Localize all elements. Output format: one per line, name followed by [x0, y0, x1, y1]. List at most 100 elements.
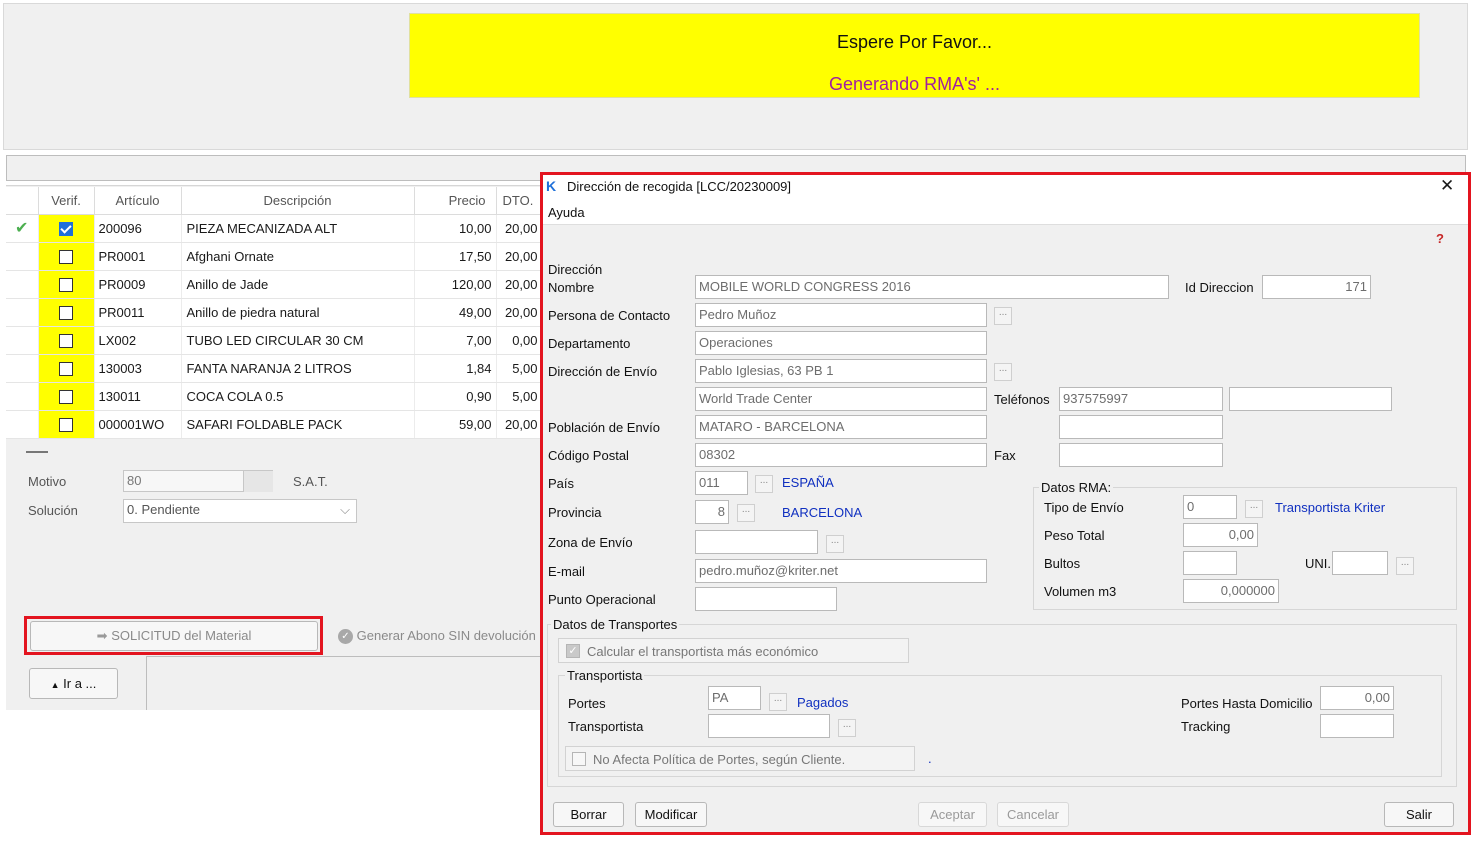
zona-lookup-button[interactable]: ...	[826, 535, 844, 553]
verif-cell[interactable]	[38, 298, 95, 327]
ira-button[interactable]: ▲ Ir a ...	[29, 668, 118, 699]
verif-cell[interactable]	[38, 270, 95, 299]
articles-grid: Verif. Artículo Descripción Precio DTO. …	[6, 187, 541, 439]
uni-lookup-button[interactable]: ...	[1396, 557, 1414, 575]
portes-hasta-label: Portes Hasta Domicilio	[1181, 696, 1313, 711]
col-articulo[interactable]: Artículo	[94, 187, 182, 215]
help-icon[interactable]: ?	[1436, 231, 1444, 246]
verif-checkbox[interactable]	[59, 389, 73, 404]
verif-checkbox[interactable]	[59, 361, 73, 376]
telefono-3-field[interactable]	[1059, 415, 1223, 439]
provincia-lookup-button[interactable]: ...	[737, 504, 755, 522]
id-direccion-field[interactable]: 171	[1262, 275, 1371, 299]
solicitud-button[interactable]: ➡ SOLICITUD del Material	[30, 621, 318, 651]
bultos-field[interactable]	[1183, 551, 1237, 575]
verif-checkbox[interactable]	[59, 221, 73, 236]
calcular-checkbox[interactable]: ✓	[566, 644, 580, 658]
table-row[interactable]: 130003 FANTA NARANJA 2 LITROS 1,84 5,00	[6, 354, 541, 383]
telefono-2-field[interactable]	[1229, 387, 1392, 411]
telefono-1-field[interactable]: 937575997	[1059, 387, 1223, 411]
codigo-postal-field[interactable]: 08302	[695, 443, 987, 467]
table-row[interactable]: PR0011 Anillo de piedra natural 49,00 20,00	[6, 298, 541, 327]
table-row[interactable]: PR0009 Anillo de Jade 120,00 20,00	[6, 270, 541, 299]
cancelar-button[interactable]: Cancelar	[997, 802, 1069, 827]
no-afecta-checkbox-row[interactable]: No Afecta Política de Portes, según Clie…	[565, 746, 915, 771]
contacto-field[interactable]: Pedro Muñoz	[695, 303, 987, 327]
menu-ayuda[interactable]: Ayuda	[548, 205, 585, 220]
tipo-envio-lookup-button[interactable]: ...	[1245, 500, 1263, 518]
transportes-group-title: Datos de Transportes	[551, 617, 680, 632]
contacto-lookup-button[interactable]: ...	[994, 307, 1012, 325]
portes-hasta-field[interactable]: 0,00	[1320, 686, 1394, 710]
poblacion-field[interactable]: MATARO - BARCELONA	[695, 415, 987, 439]
calcular-checkbox-row[interactable]: ✓ Calcular el transportista más económic…	[558, 638, 909, 663]
pais-lookup-button[interactable]: ...	[755, 475, 773, 493]
col-verif[interactable]: Verif.	[38, 187, 95, 215]
verif-checkbox[interactable]	[59, 249, 73, 264]
direccion-envio-field-1[interactable]: Pablo Iglesias, 63 PB 1	[695, 359, 987, 383]
verif-cell[interactable]	[38, 326, 95, 355]
departamento-field[interactable]: Operaciones	[695, 331, 987, 355]
pais-field[interactable]: 011	[695, 471, 748, 495]
sat-label: S.A.T.	[293, 474, 328, 489]
transportista-field[interactable]	[708, 714, 830, 738]
dto-cell: 20,00	[496, 410, 541, 439]
volumen-field[interactable]: 0,000000	[1183, 579, 1279, 603]
table-row[interactable]: LX002 TUBO LED CIRCULAR 30 CM 7,00 0,00	[6, 326, 541, 355]
generar-abono-label: Generar Abono SIN devolución	[356, 628, 536, 643]
precio-cell: 17,50	[414, 242, 497, 271]
peso-field[interactable]: 0,00	[1183, 523, 1258, 547]
arrow-right-icon: ➡	[96, 628, 108, 643]
modificar-button[interactable]: Modificar	[635, 802, 707, 827]
salir-button[interactable]: Salir	[1384, 802, 1454, 827]
dto-cell: 5,00	[496, 382, 541, 411]
kriter-logo-icon: K	[546, 178, 557, 194]
tipo-envio-field[interactable]: 0	[1183, 495, 1237, 519]
aceptar-button[interactable]: Aceptar	[918, 802, 987, 827]
verif-checkbox[interactable]	[59, 333, 73, 348]
portes-lookup-button[interactable]: ...	[769, 693, 787, 711]
email-field[interactable]: pedro.muñoz@kriter.net	[695, 559, 987, 583]
motivo-lookup-button[interactable]	[243, 471, 273, 492]
col-descripcion[interactable]: Descripción	[181, 187, 415, 215]
borrar-button[interactable]: Borrar	[553, 802, 624, 827]
transportista-lookup-button[interactable]: ...	[838, 719, 856, 737]
generar-abono-button[interactable]: ✓ Generar Abono SIN devolución	[338, 628, 536, 645]
direccion-envio-field-2[interactable]: World Trade Center	[695, 387, 987, 411]
fax-field[interactable]	[1059, 443, 1223, 467]
nombre-field[interactable]: MOBILE WORLD CONGRESS 2016	[695, 275, 1169, 299]
chevron-down-icon: ⌵	[340, 502, 350, 517]
verif-checkbox[interactable]	[59, 305, 73, 320]
table-row[interactable]: 130011 COCA COLA 0.5 0,90 5,00	[6, 382, 541, 411]
verif-cell[interactable]	[38, 214, 95, 243]
punto-field[interactable]	[695, 587, 837, 611]
table-row[interactable]: ✔ 200096 PIEZA MECANIZADA ALT 10,00 20,00	[6, 214, 541, 243]
dto-cell: 0,00	[496, 326, 541, 355]
grid-scroll-indicator	[26, 451, 48, 453]
provincia-field[interactable]: 8	[695, 500, 729, 524]
close-icon[interactable]: ✕	[1440, 176, 1454, 196]
tracking-field[interactable]	[1320, 714, 1394, 738]
uni-field[interactable]	[1332, 551, 1388, 575]
wait-subtitle: Generando RMA's' ...	[829, 74, 1000, 94]
portes-label: Portes	[568, 696, 606, 711]
tipo-envio-label: Tipo de Envío	[1044, 500, 1124, 515]
direccion-lookup-button[interactable]: ...	[994, 363, 1012, 381]
table-row[interactable]: PR0001 Afghani Ornate 17,50 20,00	[6, 242, 541, 271]
col-dto[interactable]: DTO.	[496, 187, 541, 215]
zona-field[interactable]	[695, 530, 818, 554]
verif-checkbox[interactable]	[59, 417, 73, 432]
verif-cell[interactable]	[38, 410, 95, 439]
poblacion-label: Población de Envío	[548, 420, 661, 435]
portes-field[interactable]: PA	[708, 686, 761, 710]
verif-cell[interactable]	[38, 242, 95, 271]
verif-cell[interactable]	[38, 354, 95, 383]
table-row[interactable]: 000001WO SAFARI FOLDABLE PACK 59,00 20,00	[6, 410, 541, 439]
solucion-select[interactable]: 0. Pendiente ⌵	[123, 499, 357, 523]
no-afecta-checkbox[interactable]	[572, 752, 586, 766]
verif-checkbox[interactable]	[59, 277, 73, 292]
col-precio[interactable]: Precio	[414, 187, 497, 215]
row-marker	[6, 242, 39, 271]
dto-cell: 20,00	[496, 270, 541, 299]
verif-cell[interactable]	[38, 382, 95, 411]
